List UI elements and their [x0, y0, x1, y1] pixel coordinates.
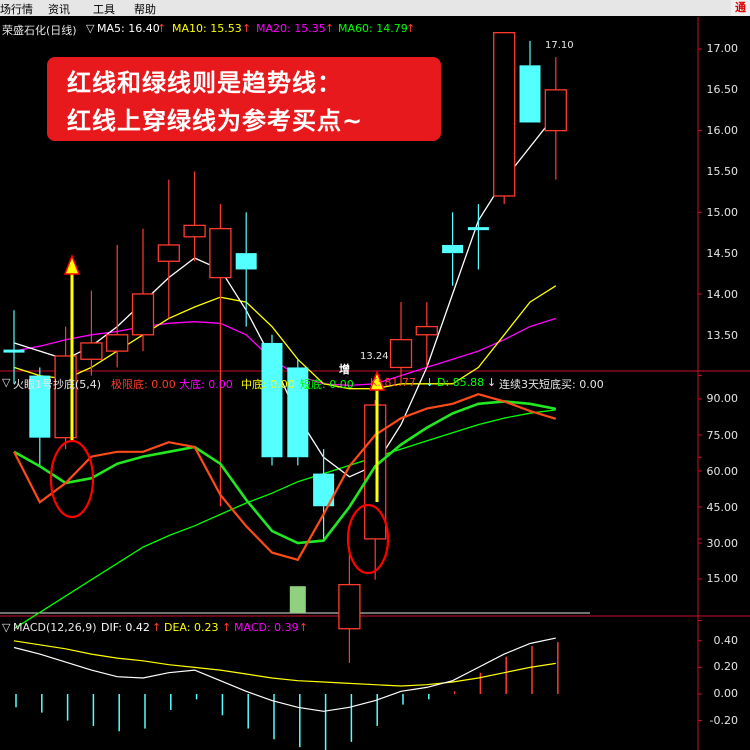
zeng-badge: 增: [339, 363, 350, 376]
indicator-bar: [289, 586, 306, 613]
high-price-marker: 17.10: [545, 40, 574, 51]
price-tick-label: 16.00: [706, 124, 739, 137]
candle-body: [389, 339, 413, 369]
ma5-arrow-icon: ↑: [157, 22, 167, 35]
candle-body: [235, 253, 257, 270]
callout-line-1: 红线和绿线则是趋势线：: [67, 69, 342, 97]
k-arrow-icon: ↓: [425, 376, 435, 389]
macd-title: MACD(12,26,9): [13, 621, 97, 634]
dea-label: DEA: 0.23: [164, 621, 219, 634]
candle-body: [3, 349, 25, 353]
menu-item-tools[interactable]: 工具: [93, 1, 115, 17]
buy-point-arrow-head: [63, 253, 81, 275]
ma60-arrow-icon: ↑: [406, 22, 416, 35]
k-value-label: K: 81.77: [370, 376, 416, 389]
menu-corner-button[interactable]: 通: [731, 0, 750, 16]
ma10-label: MA10: 15.53: [172, 22, 242, 35]
candle-body: [442, 244, 464, 254]
price-tick-label: 14.00: [706, 288, 739, 301]
menu-item-help[interactable]: 帮助: [134, 1, 156, 17]
dif-label: DIF: 0.42: [101, 621, 150, 634]
candle-body: [467, 227, 489, 231]
macd-toggle-icon[interactable]: ▽: [2, 621, 10, 634]
ma5-line: [13, 113, 557, 478]
d-line: [13, 400, 557, 545]
annotation-callout: 红线和绿线则是趋势线： 红线上穿绿线为参考买点~: [47, 57, 441, 141]
indicator-tick-label: 90.00: [706, 392, 739, 405]
low-price-marker: 13.24: [360, 351, 389, 362]
short-bottom-label: 短底: 0.00: [300, 378, 354, 391]
stock-chart-window: 场行情 资讯 工具 帮助 通 荣盛石化(日线) ▽ MA5: 16.40 ↑ M…: [0, 0, 750, 750]
candle-body: [131, 293, 155, 336]
indicator-tick-label: 15.00: [706, 572, 739, 585]
candle-body: [80, 342, 103, 360]
stock-title: 荣盛石化(日线): [2, 24, 77, 37]
ma60-line: [13, 409, 556, 630]
consecutive-signal-label: 连续3天短底买: 0.00: [499, 378, 604, 391]
candle-body: [415, 325, 438, 336]
dif-line: [13, 637, 556, 712]
candle-body: [544, 89, 567, 132]
candle-body: [183, 224, 206, 238]
extreme-bottom-label: 极限底: 0.00: [111, 378, 176, 391]
macd-tick-label: 0.00: [713, 687, 739, 700]
candle-body: [338, 583, 361, 630]
candle-body: [261, 342, 283, 458]
candle-body: [209, 227, 232, 279]
candle-body: [157, 244, 180, 262]
big-bottom-label: 大底: 0.00: [179, 378, 233, 391]
candle-body: [493, 32, 516, 197]
indicator-tick-label: 45.00: [706, 501, 739, 514]
ma5-label: MA5: 16.40: [97, 22, 160, 35]
menu-item-market[interactable]: 场行情: [0, 1, 33, 17]
indicator-tick-label: 30.00: [706, 537, 739, 550]
indicator-tick-label: 60.00: [706, 465, 739, 478]
ma-toggle-icon[interactable]: ▽: [86, 22, 94, 35]
d-value-label: D: 85.88: [437, 376, 485, 389]
candle-body: [519, 65, 541, 123]
macd-label: MACD: 0.39: [234, 621, 299, 634]
ma10-arrow-icon: ↑: [242, 22, 252, 35]
dif-arrow-icon: ↑: [152, 621, 162, 634]
price-tick-label: 15.50: [706, 165, 739, 178]
price-tick-label: 14.50: [706, 247, 739, 260]
candle-body: [364, 404, 387, 540]
d-arrow-icon: ↓: [487, 376, 497, 389]
macd-tick-label: 0.20: [713, 660, 739, 673]
price-tick-label: 15.00: [706, 206, 739, 219]
macd-tick-label: 0.40: [713, 634, 739, 647]
ma20-arrow-icon: ↑: [325, 22, 335, 35]
macd-tick-label: -0.20: [709, 714, 738, 727]
ma10-line: [13, 285, 557, 390]
price-tick-label: 16.50: [706, 83, 739, 96]
candle-body: [106, 334, 129, 352]
dea-arrow-icon: ↑: [222, 621, 232, 634]
indicator-tick-label: 75.00: [706, 429, 739, 442]
ma60-label: MA60: 14.79: [338, 22, 408, 35]
indicator-title: 火眼1号抄底(5,4): [13, 378, 102, 391]
callout-line-2: 红线上穿绿线为参考买点~: [67, 107, 364, 135]
indicator-toggle-icon[interactable]: ▽: [2, 376, 10, 389]
price-tick-label: 13.50: [706, 329, 739, 342]
menu-bar: 场行情 资讯 工具 帮助 通: [0, 0, 750, 16]
menu-item-news[interactable]: 资讯: [48, 1, 70, 17]
mid-bottom-label: 中底: 0.00: [241, 378, 295, 391]
macd-arrow-icon: ↑: [299, 621, 309, 634]
ma20-label: MA20: 15.35: [256, 22, 326, 35]
price-tick-label: 17.00: [706, 42, 739, 55]
dea-line: [13, 640, 556, 687]
